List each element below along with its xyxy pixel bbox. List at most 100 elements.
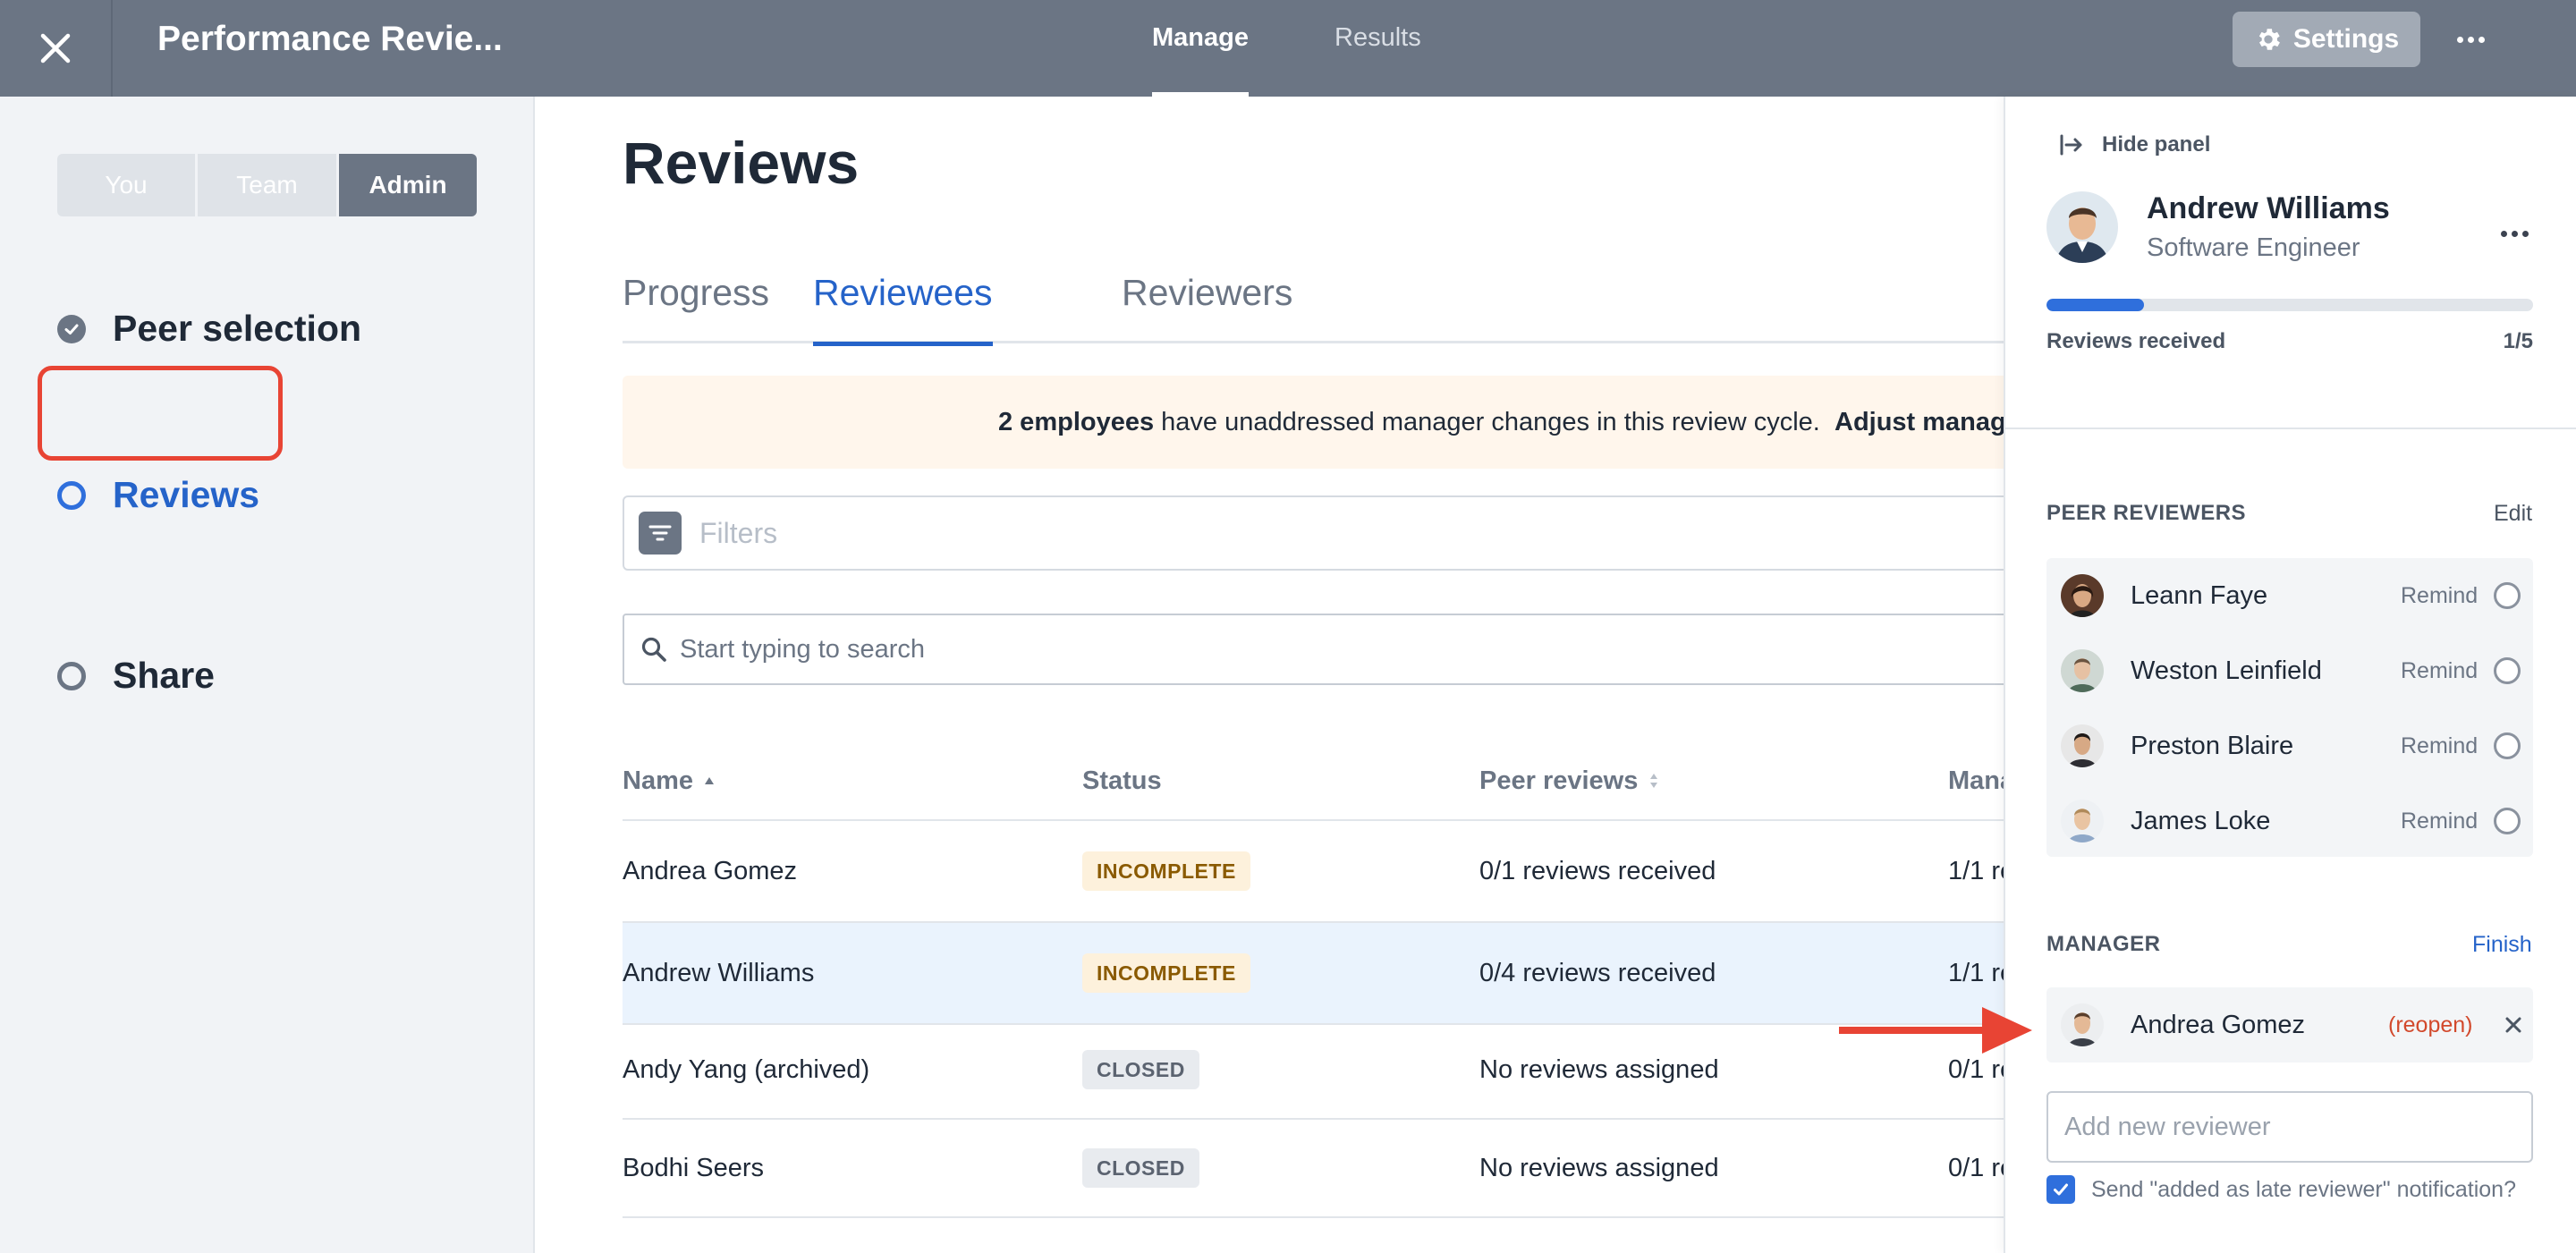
list-item: Leann Faye Remind (2046, 558, 2533, 633)
status-cell: CLOSED (1082, 1021, 1199, 1118)
column-name[interactable]: Name (623, 741, 715, 821)
step-share[interactable]: Share (57, 655, 215, 697)
manager-name: Andrea Gomez (2131, 1010, 2306, 1039)
reviewee-role: Software Engineer (2147, 233, 2360, 262)
status-badge: CLOSED (1082, 1050, 1199, 1089)
step-label: Peer selection (113, 308, 362, 349)
peer-reviewers-heading: PEER REVIEWERS (2046, 501, 2247, 525)
hide-panel-button[interactable]: Hide panel (2059, 132, 2210, 157)
adjust-managers-link[interactable]: Adjust manag (1835, 408, 2004, 436)
reviewer-name: James Loke (2131, 806, 2271, 835)
more-options-button[interactable] (2451, 21, 2490, 57)
reopen-link[interactable]: (reopen) (2388, 1012, 2473, 1038)
reviews-progress-fill (2046, 299, 2144, 311)
step-reviews[interactable]: Reviews (57, 474, 259, 516)
banner-message: have unaddressed manager changes in this… (1154, 408, 1820, 436)
notification-checkbox[interactable] (2046, 1175, 2075, 1204)
tab-bar: Progress Reviewees Reviewers (623, 272, 2004, 346)
reviewer-select-radio[interactable] (2494, 582, 2521, 609)
status-badge: CLOSED (1082, 1148, 1199, 1188)
manager-changes-banner: 2 employees have unaddressed manager cha… (623, 376, 2004, 469)
add-reviewer-input[interactable] (2046, 1091, 2533, 1163)
row-peer-reviews: 0/1 reviews received (1479, 857, 1716, 885)
finish-manager-link[interactable]: Finish (2472, 932, 2532, 958)
filter-icon (639, 512, 682, 555)
section-title: Reviews (623, 130, 860, 196)
status-cell: CLOSED (1082, 1120, 1199, 1216)
avatar (2061, 800, 2104, 842)
table-row-selected[interactable]: Andrew Williams INCOMPLETE 0/4 reviews r… (623, 923, 2004, 1025)
circle-icon (57, 661, 86, 690)
avatar (2061, 649, 2104, 692)
segment-admin[interactable]: Admin (339, 154, 477, 216)
reviewer-select-radio[interactable] (2494, 808, 2521, 834)
column-peer-reviews[interactable]: Peer reviews (1479, 741, 1659, 821)
reviewee-detail-panel: Hide panel Andrew Williams Software Engi… (2004, 97, 2576, 1253)
list-item: James Loke Remind (2046, 783, 2533, 859)
tab-reviewers[interactable]: Reviewers (1122, 272, 1292, 343)
circle-icon (57, 480, 86, 510)
status-cell: INCOMPLETE (1082, 923, 1250, 1023)
status-cell: INCOMPLETE (1082, 821, 1250, 921)
close-button[interactable] (0, 0, 113, 97)
collapse-panel-icon (2060, 134, 2082, 156)
tab-reviewees[interactable]: Reviewees (813, 272, 993, 346)
remind-link[interactable]: Remind (2401, 809, 2478, 834)
table-row[interactable]: Bodhi Seers CLOSED No reviews assigned 0… (623, 1120, 2004, 1218)
filters-bar[interactable]: Filters (623, 495, 2004, 571)
sidebar: You Team Admin Peer selection Reviews Sh… (0, 97, 535, 1253)
reviewer-name: Weston Leinfield (2131, 656, 2322, 685)
notification-label: Send "added as late reviewer" notificati… (2091, 1176, 2516, 1202)
list-item: Preston Blaire Remind (2046, 708, 2533, 783)
table-row[interactable]: Andrea Gomez INCOMPLETE 0/1 reviews rece… (623, 821, 2004, 923)
close-icon (2505, 1017, 2521, 1033)
tab-progress[interactable]: Progress (623, 272, 769, 343)
avatar (2061, 574, 2104, 617)
check-circle-icon (57, 314, 86, 343)
sort-ascending-icon (705, 777, 714, 784)
top-bar: Performance Revie... Manage Results Sett… (0, 0, 2576, 97)
reviewer-select-radio[interactable] (2494, 732, 2521, 759)
gear-icon (2258, 29, 2280, 50)
list-item: Weston Leinfield Remind (2046, 633, 2533, 708)
search-icon (641, 637, 666, 662)
filters-label: Filters (699, 516, 778, 549)
search-input[interactable] (680, 634, 1932, 665)
table-row[interactable]: Andy Yang (archived) CLOSED No reviews a… (623, 1021, 2004, 1120)
edit-peers-link[interactable]: Edit (2494, 501, 2532, 527)
tab-manage[interactable]: Manage (1152, 0, 1249, 97)
late-reviewer-notification-option[interactable]: Send "added as late reviewer" notificati… (2046, 1175, 2516, 1204)
row-manager-reviews: 1/1 re (1948, 857, 2004, 885)
tab-results[interactable]: Results (1335, 0, 1421, 97)
row-name: Andy Yang (archived) (623, 1055, 870, 1084)
avatar (2061, 724, 2104, 767)
row-name: Andrea Gomez (623, 857, 798, 885)
step-peer-selection[interactable]: Peer selection (57, 308, 361, 350)
reviewee-more-button[interactable] (2501, 231, 2529, 237)
more-horizontal-icon (2501, 231, 2529, 237)
avatar (2061, 1003, 2104, 1046)
remind-link[interactable]: Remind (2401, 658, 2478, 684)
segment-team[interactable]: Team (198, 154, 336, 216)
status-badge: INCOMPLETE (1082, 851, 1250, 891)
remove-reviewer-button[interactable] (2501, 1012, 2526, 1037)
reviews-progress-bar (2046, 299, 2533, 311)
column-status[interactable]: Status (1082, 741, 1162, 821)
remind-link[interactable]: Remind (2401, 583, 2478, 609)
reviews-received-label: Reviews received (2046, 329, 2226, 353)
segment-you[interactable]: You (57, 154, 195, 216)
step-label: Share (113, 655, 215, 696)
reviewer-select-radio[interactable] (2494, 657, 2521, 684)
settings-label: Settings (2292, 24, 2400, 54)
reviews-received-count: 1/5 (2503, 329, 2533, 353)
search-box (623, 614, 2004, 685)
row-name: Andrew Williams (623, 959, 815, 987)
page-title: Performance Revie... (157, 20, 503, 58)
sort-icon (1650, 774, 1658, 788)
settings-button[interactable]: Settings (2233, 12, 2420, 67)
peer-reviewer-list: Leann Faye Remind Weston Leinfield Remin… (2046, 558, 2533, 857)
reviewer-name: Preston Blaire (2131, 731, 2294, 760)
remind-link[interactable]: Remind (2401, 733, 2478, 759)
column-manager[interactable]: Mana (1948, 741, 2004, 821)
manager-heading: MANAGER (2046, 932, 2161, 956)
